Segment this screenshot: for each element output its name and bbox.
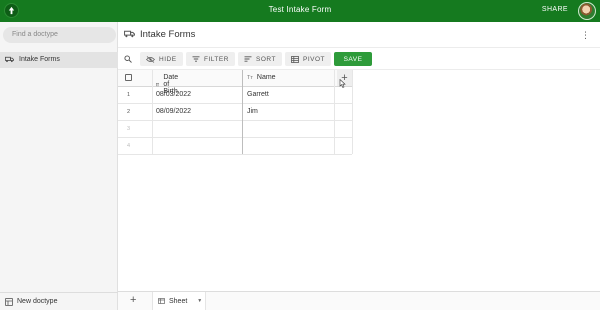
select-all-checkbox[interactable]	[125, 74, 132, 81]
doctype-search-input[interactable]: Find a doctype	[3, 27, 116, 43]
more-options-icon[interactable]: ⋮	[581, 30, 590, 41]
row-number: 2	[126, 109, 131, 115]
main-header: Intake Forms ⋮	[118, 22, 600, 48]
sheet-tab-label: Sheet	[169, 297, 188, 305]
row-number: 1	[126, 92, 131, 98]
date-of-birth-cell[interactable]: 08/09/2022	[156, 108, 191, 115]
row-number: 4	[126, 143, 131, 149]
grid-divider	[118, 137, 352, 138]
grid-divider	[334, 70, 335, 154]
filter-button[interactable]: FILTER	[186, 52, 235, 66]
date-of-birth-cell[interactable]	[156, 125, 236, 135]
sidebar: Find a doctype Intake Forms New doctype	[0, 22, 118, 310]
page-title: Intake Forms	[140, 29, 196, 40]
new-doctype-icon	[5, 298, 13, 306]
grid-divider	[242, 70, 243, 154]
calendar-icon	[156, 82, 160, 87]
name-cell[interactable]: Jim	[247, 108, 258, 115]
sheet-tab-bar: + Sheet ▼	[118, 291, 600, 310]
grid-divider	[118, 154, 352, 155]
grid-divider	[118, 120, 352, 121]
sidebar-item-label: Intake Forms	[19, 56, 60, 63]
sheet-tab[interactable]: Sheet ▼	[152, 292, 206, 310]
grid-divider	[352, 70, 353, 154]
pivot-label: PIVOT	[303, 55, 326, 63]
column-header-label: Name	[256, 74, 276, 81]
row-number: 3	[126, 126, 131, 132]
eye-off-icon	[146, 55, 155, 63]
top-app-bar: Test Intake Form SHARE	[0, 0, 600, 22]
hide-label: HIDE	[159, 55, 177, 63]
pivot-button[interactable]: PIVOT	[285, 52, 332, 66]
date-of-birth-cell[interactable]: 08/03/2022	[156, 91, 191, 98]
truck-icon	[124, 30, 135, 38]
grid-header	[118, 70, 352, 86]
filter-icon	[192, 56, 200, 62]
name-cell[interactable]	[247, 142, 327, 152]
name-cell[interactable]	[247, 125, 327, 135]
date-of-birth-cell[interactable]	[156, 142, 236, 152]
grid-divider	[152, 70, 153, 154]
caret-down-icon[interactable]: ▼	[197, 298, 202, 304]
new-doctype-button[interactable]: New doctype	[0, 292, 118, 310]
sidebar-item-intake-forms[interactable]: Intake Forms	[0, 52, 118, 68]
search-icon[interactable]	[124, 55, 132, 63]
text-type-icon: Tт	[247, 74, 253, 81]
column-header-name[interactable]: Tт Name	[247, 74, 276, 81]
new-doctype-label: New doctype	[17, 298, 58, 305]
toolbar: HIDE FILTER SORT PIVOT SAVE	[118, 48, 600, 70]
app-title: Test Intake Form	[268, 5, 332, 14]
user-avatar[interactable]	[578, 2, 596, 20]
sort-label: SORT	[256, 55, 276, 63]
share-button[interactable]: SHARE	[542, 6, 568, 13]
grid-divider	[118, 103, 352, 104]
pivot-table-icon	[291, 55, 299, 63]
filter-label: FILTER	[204, 55, 229, 63]
sort-button[interactable]: SORT	[238, 52, 282, 66]
table-icon	[158, 298, 165, 304]
truck-icon	[5, 56, 14, 63]
grid-divider	[118, 86, 352, 87]
save-button[interactable]: SAVE	[334, 52, 372, 66]
name-cell[interactable]: Garrett	[247, 91, 269, 98]
sort-icon	[244, 56, 252, 62]
hide-button[interactable]: HIDE	[140, 52, 183, 66]
cursor-pointer-icon	[339, 79, 346, 88]
add-sheet-button[interactable]: +	[130, 294, 136, 306]
